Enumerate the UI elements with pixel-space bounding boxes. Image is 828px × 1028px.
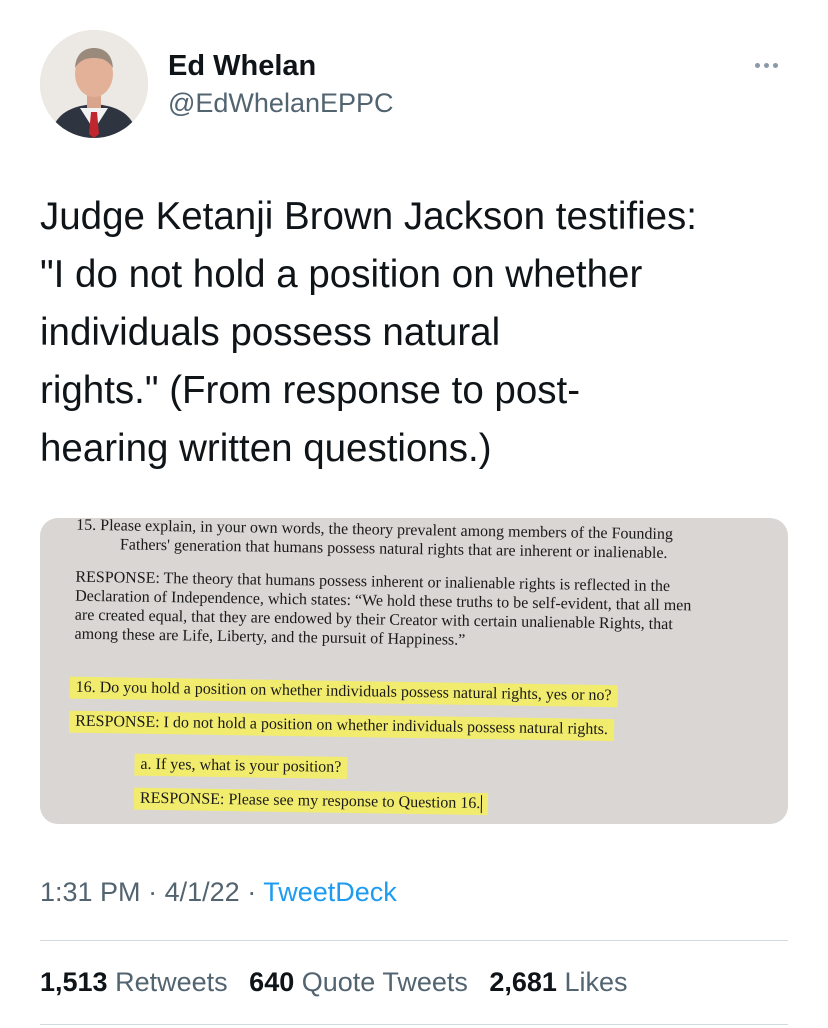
quote-tweets-count: 640 [249,967,295,997]
display-name[interactable]: Ed Whelan [168,48,394,84]
doc-highlight-question-16: 16. Do you hold a position on whether in… [69,676,618,708]
tweet-media-image[interactable]: 15. Please explain, in your own words, t… [40,518,788,824]
tweet-text: Judge Ketanji Brown Jackson testifies: "… [40,195,697,470]
quote-tweets-stat[interactable]: 640 Quote Tweets [249,967,468,997]
likes-count: 2,681 [489,967,557,997]
retweets-label: Retweets [115,967,228,997]
more-options-icon[interactable] [746,58,786,72]
likes-label: Likes [564,967,628,997]
separator-dot: · [247,877,257,907]
user-handle[interactable]: @EdWhelanEPPC [168,86,394,120]
divider [40,940,788,941]
document-scan: 15. Please explain, in your own words, t… [40,518,788,824]
avatar[interactable] [40,30,148,138]
separator-dot: · [148,877,158,907]
likes-stat[interactable]: 2,681 Likes [489,967,627,997]
quote-tweets-label: Quote Tweets [301,967,468,997]
retweets-stat[interactable]: 1,513 Retweets [40,967,228,997]
doc-line: RESPONSE: Please see my response to Ques… [139,789,481,813]
avatar-photo [40,30,148,138]
tweet-date[interactable]: 4/1/22 [165,877,240,907]
doc-highlight-response-16: RESPONSE: I do not hold a position on wh… [68,710,615,742]
engagement-stats: 1,513 Retweets 640 Quote Tweets 2,681 Li… [40,964,642,1000]
tweet-source-link[interactable]: TweetDeck [263,877,397,907]
doc-highlight-question-16a: a. If yes, what is your position? [134,753,348,779]
tweet-timestamp: 1:31 PM · 4/1/22 · TweetDeck [40,874,397,910]
text-cursor [481,795,483,814]
doc-highlight-response-16a: RESPONSE: Please see my response to Ques… [133,787,489,816]
tweet-header: Ed Whelan @EdWhelanEPPC [40,30,790,140]
retweets-count: 1,513 [40,967,108,997]
divider [40,1024,788,1025]
tweet-time[interactable]: 1:31 PM [40,877,141,907]
